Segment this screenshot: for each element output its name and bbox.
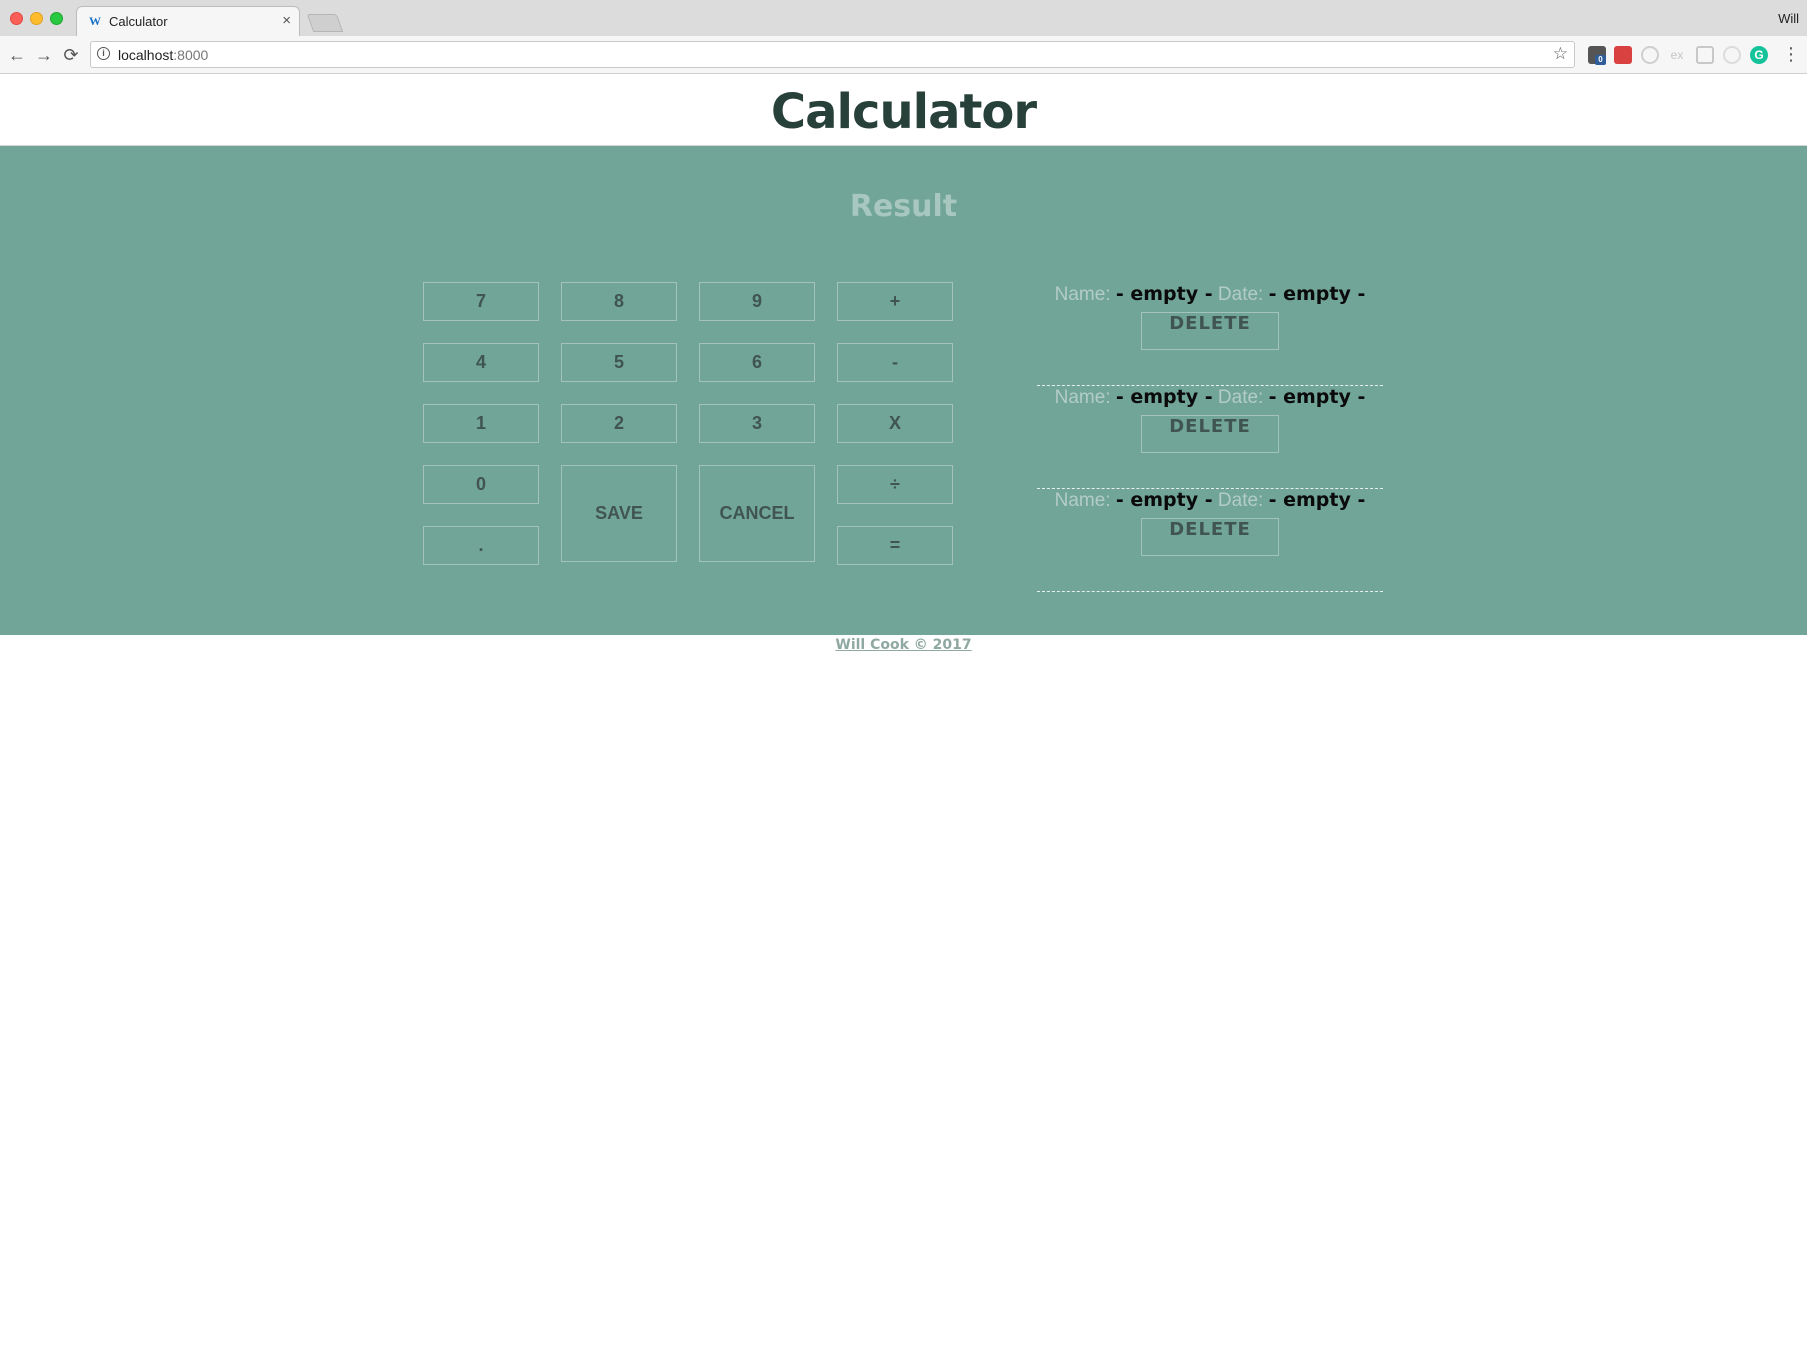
extension-badge-icon[interactable]: 0 bbox=[1588, 46, 1606, 65]
info-icon[interactable]: i bbox=[97, 47, 110, 60]
saved-result-info: Name: - empty - Date: - empty - bbox=[1037, 283, 1383, 306]
name-label: Name: bbox=[1054, 387, 1111, 408]
extension-badge-count: 0 bbox=[1595, 55, 1606, 65]
saved-result-info: Name: - empty - Date: - empty - bbox=[1037, 489, 1383, 512]
key-multiply[interactable]: X bbox=[837, 404, 953, 443]
key-divide[interactable]: ÷ bbox=[837, 465, 953, 504]
reload-icon[interactable]: ⟳ bbox=[60, 44, 82, 66]
favicon-icon: W bbox=[89, 14, 101, 28]
extension-red-icon[interactable] bbox=[1614, 46, 1632, 64]
new-tab-button[interactable] bbox=[306, 14, 344, 32]
bookmark-star-icon[interactable]: ☆ bbox=[1553, 44, 1568, 64]
extension-circle-icon[interactable] bbox=[1641, 46, 1659, 64]
name-label: Name: bbox=[1054, 490, 1111, 511]
extension-square-icon[interactable] bbox=[1696, 46, 1714, 64]
saved-result-item: Name: - empty - Date: - empty - DELETE bbox=[1037, 489, 1383, 592]
key-7[interactable]: 7 bbox=[423, 282, 539, 321]
key-equals[interactable]: = bbox=[837, 526, 953, 565]
saved-result-item: Name: - empty - Date: - empty - DELETE bbox=[1037, 283, 1383, 386]
key-2[interactable]: 2 bbox=[561, 404, 677, 443]
key-minus[interactable]: - bbox=[837, 343, 953, 382]
browser-menu-icon[interactable]: ⋮ bbox=[1782, 44, 1800, 65]
key-8[interactable]: 8 bbox=[561, 282, 677, 321]
result-display: Result bbox=[849, 189, 958, 224]
name-label: Name: bbox=[1054, 284, 1111, 305]
extension-circle-light-icon[interactable] bbox=[1723, 46, 1741, 64]
footer-credit-link[interactable]: Will Cook © 2017 bbox=[835, 637, 971, 653]
key-plus[interactable]: + bbox=[837, 282, 953, 321]
browser-toolbar: ← → ⟳ i localhost:8000 ☆ 0 ex G ⋮ bbox=[0, 36, 1807, 74]
date-value: - empty - bbox=[1268, 283, 1366, 305]
name-value: - empty - bbox=[1115, 283, 1213, 305]
delete-button[interactable]: DELETE bbox=[1141, 518, 1279, 556]
page-title: Calculator bbox=[770, 84, 1037, 140]
tab-close-icon[interactable]: × bbox=[282, 12, 291, 29]
window-close-button[interactable] bbox=[10, 12, 23, 25]
calculator-panel: Result 7 8 9 + 4 5 6 - 1 2 3 X 0 SAVE CA… bbox=[0, 146, 1807, 635]
key-4[interactable]: 4 bbox=[423, 343, 539, 382]
profile-name[interactable]: Will bbox=[1778, 11, 1799, 26]
url-host: localhost bbox=[118, 47, 174, 63]
name-value: - empty - bbox=[1115, 386, 1213, 408]
saved-result-item: Name: - empty - Date: - empty - DELETE bbox=[1037, 386, 1383, 489]
browser-tab-bar: W Calculator × Will bbox=[0, 0, 1807, 36]
date-value: - empty - bbox=[1268, 489, 1366, 511]
delete-button[interactable]: DELETE bbox=[1141, 415, 1279, 453]
key-decimal[interactable]: . bbox=[423, 526, 539, 565]
key-1[interactable]: 1 bbox=[423, 404, 539, 443]
cancel-button[interactable]: CANCEL bbox=[699, 465, 815, 562]
footer: Will Cook © 2017 bbox=[0, 636, 1807, 654]
back-arrow-icon[interactable]: ← bbox=[6, 44, 28, 66]
key-0[interactable]: 0 bbox=[423, 465, 539, 504]
forward-arrow-icon[interactable]: → bbox=[33, 44, 55, 66]
key-5[interactable]: 5 bbox=[561, 343, 677, 382]
url-port: :8000 bbox=[173, 47, 209, 63]
address-bar[interactable]: i localhost:8000 ☆ bbox=[90, 41, 1575, 68]
key-3[interactable]: 3 bbox=[699, 404, 815, 443]
delete-button[interactable]: DELETE bbox=[1141, 312, 1279, 350]
extension-ex-icon[interactable]: ex bbox=[1668, 46, 1686, 64]
tab-title: Calculator bbox=[109, 14, 168, 29]
date-label: Date: bbox=[1217, 284, 1264, 305]
save-button[interactable]: SAVE bbox=[561, 465, 677, 562]
date-label: Date: bbox=[1217, 490, 1264, 511]
key-9[interactable]: 9 bbox=[699, 282, 815, 321]
date-label: Date: bbox=[1217, 387, 1264, 408]
key-6[interactable]: 6 bbox=[699, 343, 815, 382]
name-value: - empty - bbox=[1115, 489, 1213, 511]
url-text[interactable]: localhost:8000 bbox=[118, 47, 208, 63]
date-value: - empty - bbox=[1268, 386, 1366, 408]
grammarly-icon[interactable]: G bbox=[1750, 46, 1768, 64]
page-header: Calculator bbox=[0, 74, 1807, 146]
window-minimize-button[interactable] bbox=[30, 12, 43, 25]
saved-result-info: Name: - empty - Date: - empty - bbox=[1037, 386, 1383, 409]
browser-tab-calculator[interactable]: W Calculator × bbox=[76, 6, 300, 36]
window-zoom-button[interactable] bbox=[50, 12, 63, 25]
